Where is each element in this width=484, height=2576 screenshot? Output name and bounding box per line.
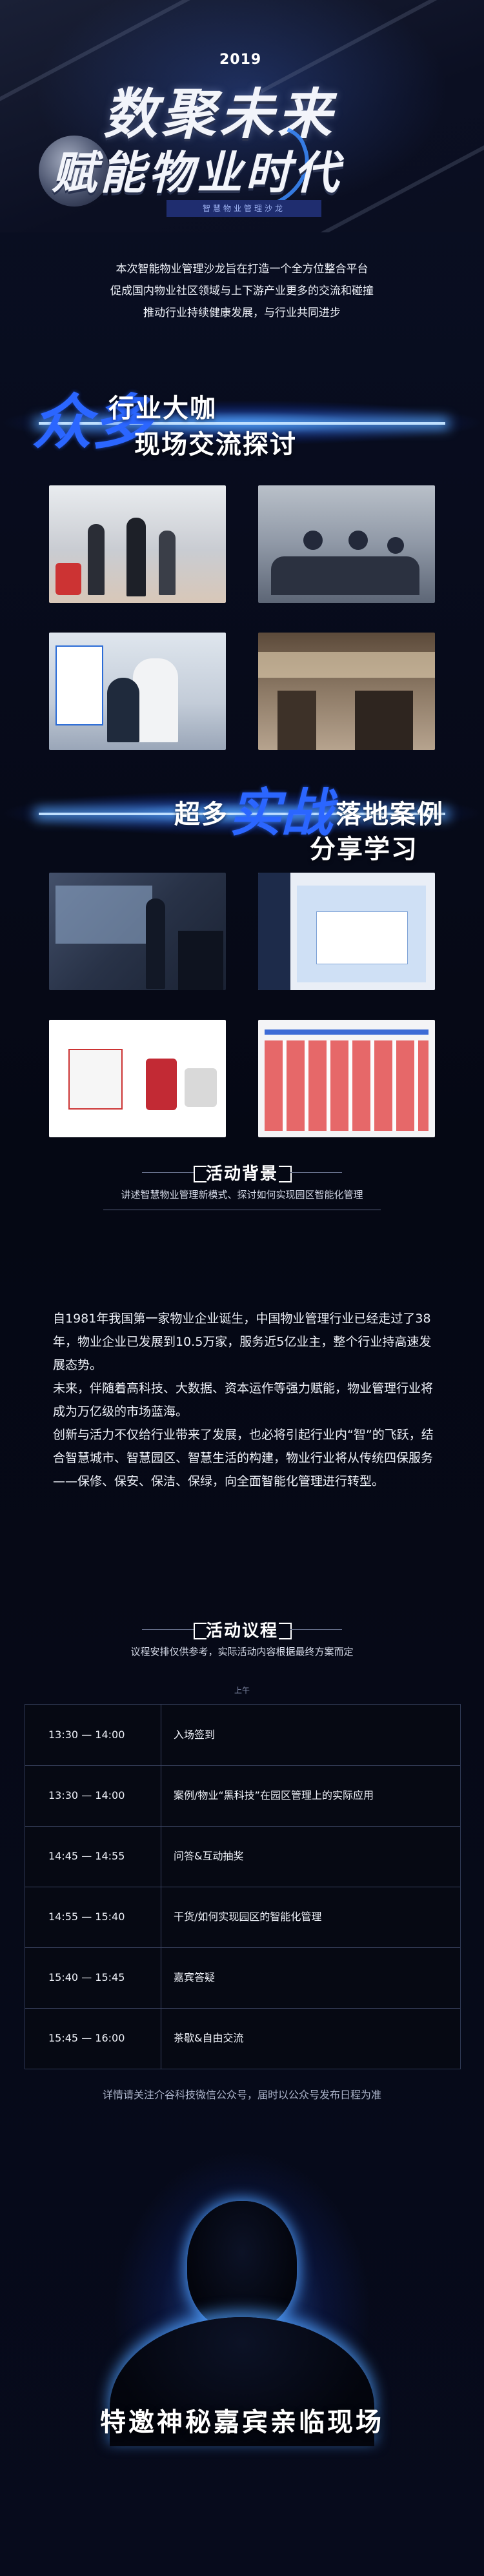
hero-banner: 2019 数聚未来 赋能物业时代 智慧物业管理沙龙 <box>0 0 484 232</box>
hero-year: 2019 <box>219 52 262 68</box>
table-row: 14:45 — 14:55 问答&互动抽奖 <box>25 1826 460 1887</box>
agenda-table: 13:30 — 14:00 入场签到 13:30 — 14:00 案例/物业“黑… <box>25 1704 461 2069</box>
body-paragraph: 自1981年我国第一家物业企业诞生，中国物业管理行业已经走过了38年，物业企业已… <box>53 1312 432 1372</box>
heading-line <box>290 1172 342 1173</box>
app-screenshot <box>258 873 435 990</box>
hero-tagline: 智慧物业管理沙龙 <box>166 200 321 217</box>
intro-line: 推动行业持续健康发展，与行业共同进步 <box>143 307 341 319</box>
event-photo <box>258 485 435 603</box>
banner-line1: 行业大咖 <box>108 394 217 423</box>
body-paragraph: 创新与活力不仅给行业带来了发展，也必将引起行业内“智”的飞跃，结合智慧城市、智慧… <box>53 1428 434 1488</box>
day-label: 上午 <box>234 1686 250 1695</box>
table-row: 14:55 — 15:40 干货/如何实现园区的智能化管理 <box>25 1887 460 1948</box>
mystery-guest: 特邀神秘嘉宾亲临现场 <box>0 2130 484 2517</box>
section-heading-background: 活动背景 <box>0 1157 484 1189</box>
section-subtitle: 讲述智慧物业管理新模式、探讨如何实现园区智能化管理 <box>121 1189 363 1201</box>
event-photo <box>49 485 226 603</box>
event-photo <box>49 873 226 990</box>
section-title: 活动背景 <box>205 1164 278 1184</box>
agenda-topic: 茶歇&自由交流 <box>174 2032 244 2044</box>
agenda-topic: 入场签到 <box>174 1729 216 1741</box>
agenda-time: 14:45 — 14:55 <box>48 1850 125 1862</box>
section-subtitle: 议程安排仅供参考，实际活动内容根据最终方案而定 <box>130 1646 354 1658</box>
agenda-time: 13:30 — 14:00 <box>48 1789 125 1801</box>
agenda-topic: 嘉宾答疑 <box>174 1971 216 1983</box>
agenda-footer-note: 详情请关注介谷科技微信公众号，届时以公众号发布日程为准 <box>102 2089 381 2101</box>
dashboard-screenshot <box>258 1020 435 1137</box>
product-screenshot <box>49 1020 226 1137</box>
table-row: 13:30 — 14:00 案例/物业“黑科技”在园区管理上的实际应用 <box>25 1765 460 1827</box>
agenda-time: 15:45 — 16:00 <box>48 2032 125 2044</box>
banner-line3: 分享学习 <box>310 835 418 864</box>
banner-cases: 超多 实战 落地案例 分享学习 <box>0 765 484 864</box>
bracket-right-icon <box>279 1623 292 1639</box>
table-row: 13:30 — 14:00 入场签到 <box>25 1705 460 1766</box>
hero-title-line2: 赋能物业时代 <box>52 147 342 199</box>
bracket-right-icon <box>279 1166 292 1182</box>
banner-line2: 现场交流探讨 <box>134 430 297 460</box>
intro-line: 促成国内物业社区领域与上下游产业更多的交流和碰撞 <box>110 285 374 298</box>
background-body: 自1981年我国第一家物业企业诞生，中国物业管理行业已经走过了38年，物业企业已… <box>53 1307 440 1493</box>
heading-line <box>290 1629 342 1630</box>
agenda-time: 13:30 — 14:00 <box>48 1729 125 1741</box>
section-title: 活动议程 <box>205 1621 278 1641</box>
agenda-time: 14:55 — 15:40 <box>48 1911 125 1923</box>
section-heading-agenda: 活动议程 <box>0 1614 484 1646</box>
event-photo <box>258 633 435 750</box>
table-row: 15:40 — 15:45 嘉宾答疑 <box>25 1947 460 2009</box>
intro-line: 本次智能物业管理沙龙旨在打造一个全方位整合平台 <box>116 263 368 276</box>
agenda-topic: 问答&互动抽奖 <box>174 1850 244 1862</box>
guest-title: 特邀神秘嘉宾亲临现场 <box>100 2408 384 2437</box>
silhouette-head-icon <box>187 2201 297 2330</box>
agenda-topic: 干货/如何实现园区的智能化管理 <box>174 1911 322 1923</box>
banner-line2: 落地案例 <box>336 800 444 829</box>
table-row: 15:45 — 16:00 茶歇&自由交流 <box>25 2008 460 2069</box>
intro-text: 本次智能物业管理沙龙旨在打造一个全方位整合平台 促成国内物业社区领域与上下游产业… <box>0 258 484 324</box>
banner-experts: 众多 行业大咖 现场交流探讨 <box>0 374 484 471</box>
agenda-topic: 案例/物业“黑科技”在园区管理上的实际应用 <box>174 1789 374 1801</box>
agenda-time: 15:40 — 15:45 <box>48 1971 125 1983</box>
event-poster: 2019 数聚未来 赋能物业时代 智慧物业管理沙龙 本次智能物业管理沙龙旨在打造… <box>0 0 484 2576</box>
event-photo <box>49 633 226 750</box>
body-paragraph: 未来，伴随着高科技、大数据、资本运作等强力赋能，物业管理行业将成为万亿级的市场蓝… <box>53 1381 434 1419</box>
banner-line1: 超多 <box>174 800 228 829</box>
